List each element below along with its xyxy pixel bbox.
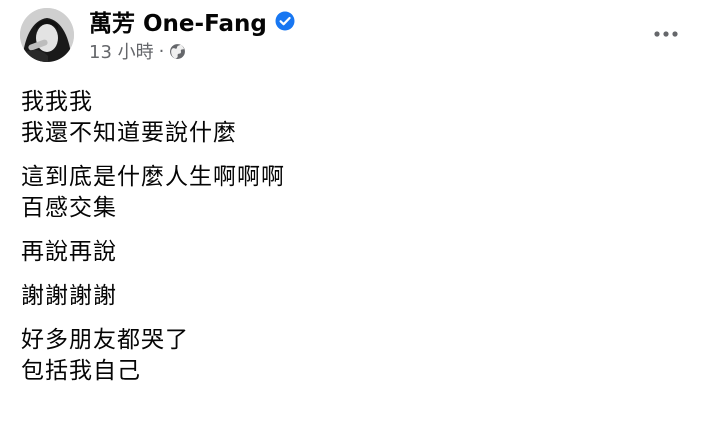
post-text-line: 再說再說 (21, 239, 117, 265)
post-paragraph: 這到底是什麼人生啊啊啊 百感交集 (21, 162, 681, 224)
post-text-line: 包括我自己 (21, 358, 141, 384)
more-options-icon (654, 31, 678, 37)
avatar-photo (20, 8, 74, 62)
author-row: 萬芳 One-Fang (89, 4, 295, 38)
post-text-line: 好多朋友都哭了 (21, 327, 189, 353)
post-text-line: 這到底是什麼人生啊啊啊 (21, 164, 285, 190)
post-text-line: 我還不知道要說什麼 (21, 120, 237, 146)
post-paragraph: 謝謝謝謝 (21, 281, 681, 312)
post-text-line: 百感交集 (21, 195, 117, 221)
separator-dot: · (158, 40, 165, 62)
post-paragraph: 再說再說 (21, 237, 681, 268)
post-header: 萬芳 One-Fang 13 小時 · (20, 6, 295, 64)
author-name[interactable]: 萬芳 One-Fang (89, 4, 267, 38)
globe-icon[interactable] (169, 43, 186, 60)
post-text-line: 我我我 (21, 89, 93, 115)
facebook-post: 萬芳 One-Fang 13 小時 · 我我我 我還不知道要說什麼 這到底是什麼… (0, 0, 703, 432)
author-avatar[interactable] (20, 8, 74, 62)
verified-badge-icon (275, 11, 295, 31)
post-timestamp[interactable]: 13 小時 (89, 38, 154, 64)
post-paragraph: 好多朋友都哭了 包括我自己 (21, 325, 681, 387)
post-paragraph: 我我我 我還不知道要說什麼 (21, 87, 681, 149)
post-meta: 萬芳 One-Fang 13 小時 · (89, 6, 295, 64)
post-text-line: 謝謝謝謝 (21, 283, 117, 309)
more-options-button[interactable] (648, 16, 684, 52)
post-time-row: 13 小時 · (89, 38, 295, 64)
post-content: 我我我 我還不知道要說什麼 這到底是什麼人生啊啊啊 百感交集 再說再說 謝謝謝謝… (21, 87, 681, 400)
